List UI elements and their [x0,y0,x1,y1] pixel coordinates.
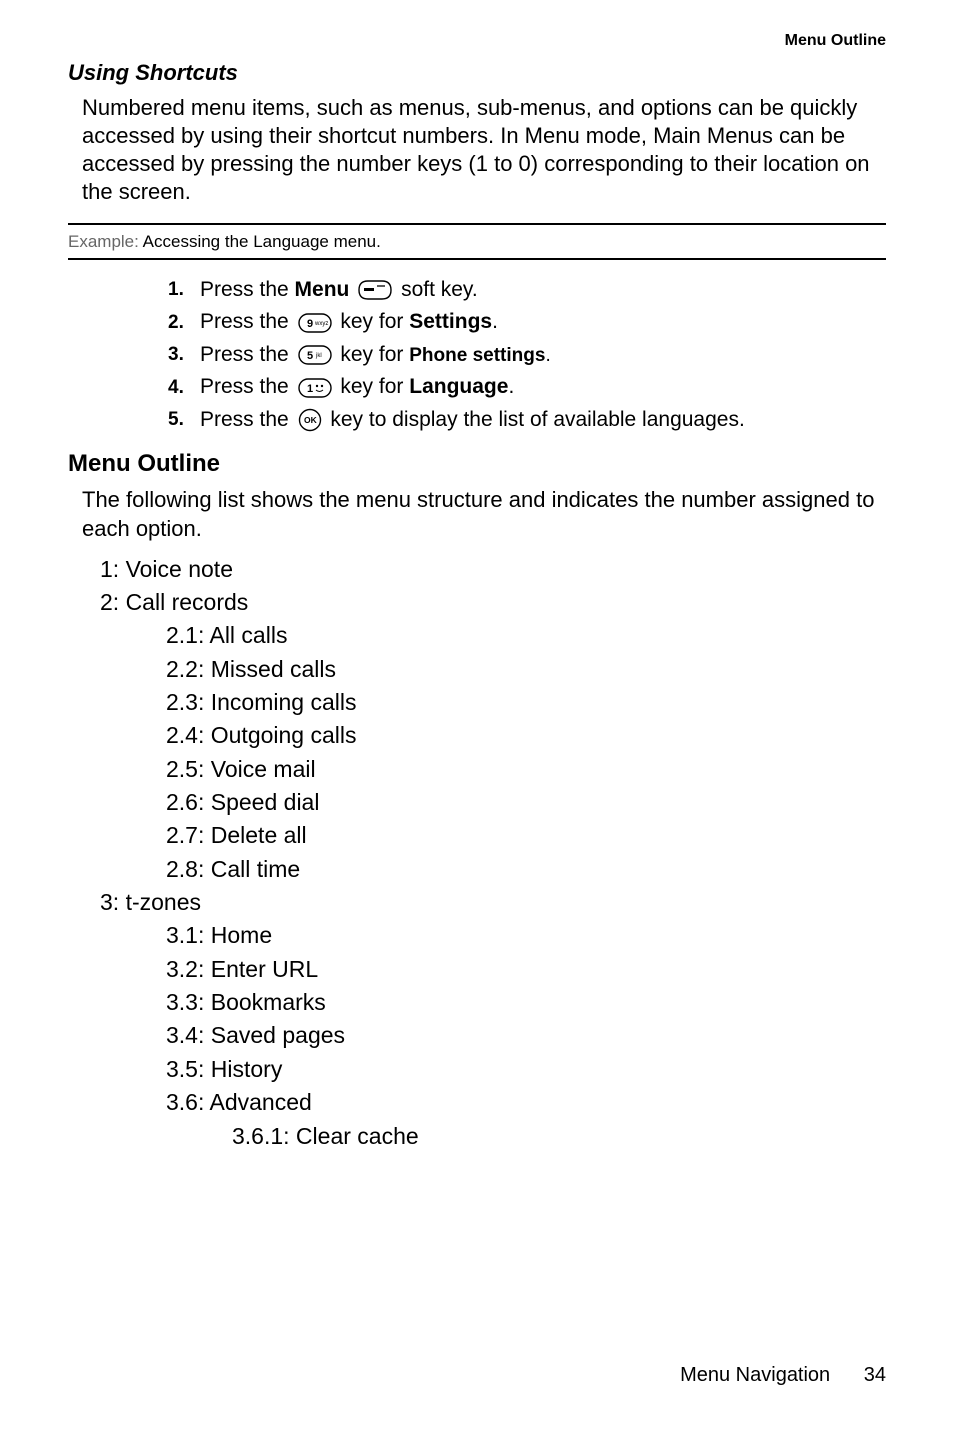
section-title-menu-outline: Menu Outline [68,450,886,478]
step-pre: Press the [200,408,295,431]
key-5-icon: 5 jkl [298,345,332,365]
svg-text:5: 5 [307,350,313,362]
key-1-icon: 1 [298,378,332,398]
menu-item: 2.5: Voice mail [166,753,886,786]
example-box: Example: Accessing the Language menu. [68,223,886,260]
menu-item: 2.7: Delete all [166,819,886,852]
step-mid: key for [335,375,410,398]
steps-list: 1. Press the Menu soft key. 2. Press the… [168,274,886,437]
step-text: Press the OK key to display the list of … [200,404,745,437]
step-num: 2. [168,308,200,337]
step-text: Press the 9 wxyz key for Settings. [200,306,498,339]
step-1: 1. Press the Menu soft key. [168,274,886,307]
menu-item: 3.2: Enter URL [166,953,886,986]
menu-item: 3.6: Advanced [166,1086,886,1119]
step-mid: key for [335,310,410,333]
ok-key-icon: OK [298,408,322,432]
section-body-shortcuts: Numbered menu items, such as menus, sub-… [82,94,886,207]
step-text: Press the Menu soft key. [200,274,478,307]
svg-text:wxyz: wxyz [314,321,328,327]
step-num: 4. [168,373,200,402]
menu-item: 3.1: Home [166,919,886,952]
step-4: 4. Press the 1 key for Language. [168,371,886,404]
key-9-icon: 9 wxyz [298,313,332,333]
step-post: soft key. [401,278,478,301]
step-post: . [508,375,514,398]
footer-page-number: 34 [864,1364,886,1386]
svg-text:OK: OK [304,415,318,425]
step-pre: Press the [200,375,295,398]
step-post: . [492,310,498,333]
step-bold: Phone settings [409,345,545,366]
footer-section: Menu Navigation [680,1364,830,1386]
section-body-menu-outline: The following list shows the menu struct… [82,486,886,542]
running-header: Menu Outline [68,32,886,50]
step-text: Press the 5 jkl key for Phone settings. [200,339,551,372]
section-title-shortcuts: Using Shortcuts [68,60,886,86]
svg-text:jkl: jkl [315,353,322,359]
step-pre: Press the [200,343,295,366]
step-bold: Menu [295,278,350,301]
menu-item: 3.5: History [166,1053,886,1086]
step-mid: key for [335,343,410,366]
menu-item: 3: t-zones [100,886,886,919]
step-bold: Language [409,375,508,398]
step-num: 5. [168,405,200,434]
softkey-left-icon [358,280,392,300]
menu-item: 2.4: Outgoing calls [166,719,886,752]
menu-item: 2.2: Missed calls [166,653,886,686]
step-post: . [545,345,550,366]
step-num: 1. [168,275,200,304]
menu-item: 3.6.1: Clear cache [232,1120,886,1153]
menu-item: 2.1: All calls [166,619,886,652]
step-pre: Press the [200,278,295,301]
menu-item: 2.8: Call time [166,853,886,886]
menu-item: 2: Call records [100,586,886,619]
example-text: Accessing the Language menu. [143,232,381,251]
menu-outline-list: 1: Voice note2: Call records2.1: All cal… [68,553,886,1153]
menu-item: 3.4: Saved pages [166,1019,886,1052]
svg-text:9: 9 [307,318,313,330]
menu-item: 2.6: Speed dial [166,786,886,819]
menu-item: 1: Voice note [100,553,886,586]
menu-item: 3.3: Bookmarks [166,986,886,1019]
menu-item: 2.3: Incoming calls [166,686,886,719]
step-text: Press the 1 key for Language. [200,371,514,404]
page-footer: Menu Navigation 34 [680,1364,886,1387]
step-bold: Settings [409,310,492,333]
example-label: Example: [68,232,143,251]
step-5: 5. Press the OK key to display the list … [168,404,886,437]
step-num: 3. [168,340,200,369]
step-3: 3. Press the 5 jkl key for Phone setting… [168,339,886,372]
svg-text:1: 1 [307,383,313,395]
step-post: key to display the list of available lan… [325,408,745,431]
step-2: 2. Press the 9 wxyz key for Settings. [168,306,886,339]
step-pre: Press the [200,310,295,333]
